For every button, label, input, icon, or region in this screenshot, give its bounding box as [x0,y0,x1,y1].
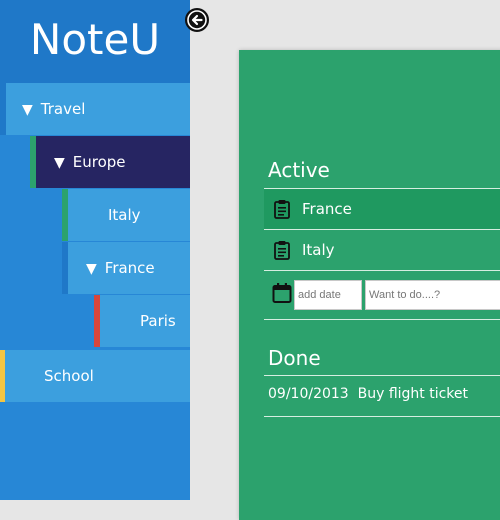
tree-item-color-bar [0,350,5,402]
tree-item-paris[interactable]: Paris [94,295,190,347]
tree-item-label: France [104,259,155,277]
tree-item-label: Europe [72,153,126,171]
divider [264,375,500,376]
tree-item-color-bar [62,189,68,241]
note-panel: Active France Italy add date Want to do.… [239,50,500,520]
tree-item-travel[interactable]: ▼ Travel [0,83,190,135]
done-item-date: 09/10/2013 [268,386,349,402]
divider [264,270,500,271]
tree-item-color-bar [94,295,100,347]
tree-item-color-bar [30,136,36,188]
todo-item-label: Italy [302,241,335,259]
clipboard-icon [274,200,290,219]
todo-item[interactable]: Italy [264,230,500,270]
collapse-sidebar-button[interactable] [185,8,209,32]
expand-triangle-icon[interactable]: ▼ [86,261,97,277]
done-item[interactable]: 09/10/2013 Buy flight ticket [268,386,468,402]
expand-triangle-icon[interactable]: ▼ [54,155,65,171]
sidebar: NoteU ▼ Travel ▼ Europe Italy ▼ France Pari… [0,0,190,500]
tree-item-label: Travel [40,100,86,118]
add-todo-row: add date Want to do....? [264,276,500,312]
divider [264,319,500,320]
clipboard-icon [274,241,290,260]
calendar-icon[interactable] [272,282,292,304]
expand-triangle-icon[interactable]: ▼ [22,102,33,118]
tree-item-label: School [44,367,94,385]
todo-input[interactable]: Want to do....? [365,280,500,310]
done-section-title: Done [268,346,321,370]
tree-item-italy[interactable]: Italy [62,189,190,241]
todo-item-label: France [302,200,352,218]
todo-item[interactable]: France [264,189,500,229]
tree-item-france[interactable]: ▼ France [62,242,190,294]
tree-item-label: Paris [140,312,176,330]
tree-item-label: Italy [108,206,141,224]
tree-item-color-bar [62,242,68,294]
tree-item-europe[interactable]: ▼ Europe [30,136,190,188]
app-logo: NoteU [0,0,190,83]
arrow-left-circle-icon [187,10,207,30]
active-section-title: Active [268,158,330,182]
tree-item-school[interactable]: School [0,350,190,402]
divider [264,416,500,417]
tree-item-color-bar [0,83,6,135]
done-item-label: Buy flight ticket [357,386,469,402]
add-date-field[interactable]: add date [294,280,362,310]
